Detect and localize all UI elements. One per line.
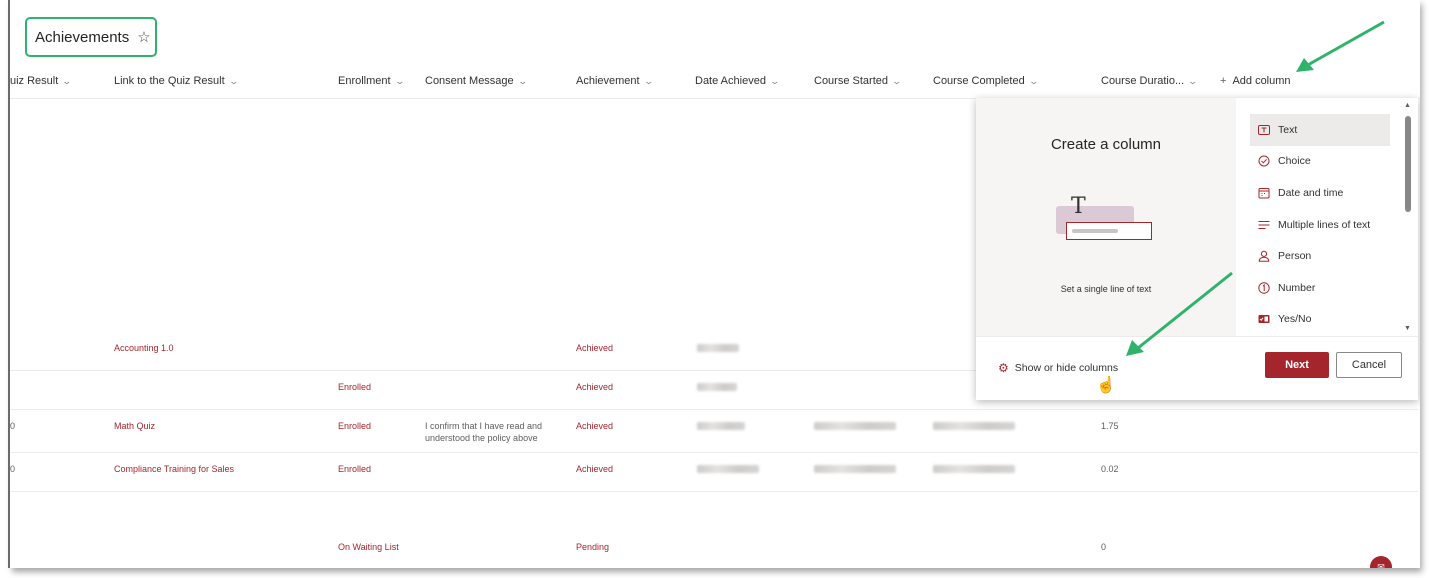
column-type-text[interactable]: Text [1250, 114, 1390, 146]
create-column-title: Create a column [1050, 136, 1162, 153]
column-type-multiple-lines[interactable]: Multiple lines of text [1250, 209, 1390, 241]
course-started-blurred [814, 465, 896, 473]
quiz-result-cell: 0 [10, 421, 16, 431]
column-type-number[interactable]: Number [1250, 272, 1390, 304]
chevron-down-icon: ⌄ [1187, 75, 1199, 86]
feedback-badge-icon[interactable]: ✉ [1370, 556, 1392, 568]
row-divider [10, 409, 1418, 410]
column-header-row: uiz Result ⌄ Link to the Quiz Result ⌄ Enr… [10, 70, 1420, 99]
calendar-icon [1258, 187, 1270, 199]
list-title-box: Achievements ☆ [25, 17, 157, 57]
quiz-result-cell: 0 [10, 464, 16, 474]
column-header-enrollment[interactable]: Enrollment ⌄ [338, 75, 405, 87]
text-illustration-bar [1072, 229, 1118, 233]
column-preview-pane: Create a column T Set a single line of t… [976, 98, 1236, 336]
number-icon [1258, 282, 1270, 294]
plus-icon: + [1220, 75, 1227, 87]
column-header-achievement[interactable]: Achievement ⌄ [576, 75, 654, 87]
course-completed-blurred [933, 465, 1015, 473]
chevron-down-icon: ⌄ [394, 75, 405, 86]
course-completed-blurred [933, 422, 1015, 430]
choice-icon [1258, 155, 1270, 167]
date-achieved-blurred [697, 383, 737, 391]
achievement-cell: Achieved [576, 343, 614, 353]
column-type-choice[interactable]: Choice [1250, 146, 1390, 178]
date-achieved-blurred [697, 465, 759, 473]
scroll-up-icon[interactable]: ▲ [1404, 102, 1411, 109]
achievement-cell: Achieved [576, 382, 614, 392]
enrollment-cell: Enrolled [338, 421, 372, 431]
text-type-illustration-icon: T [1071, 194, 1086, 219]
column-header-course-duration[interactable]: Course Duratio... ⌄ [1101, 75, 1199, 87]
chevron-down-icon: ⌄ [61, 75, 73, 86]
show-hide-columns-link[interactable]: ⚙ Show or hide columns [998, 361, 1118, 375]
course-started-blurred [814, 422, 896, 430]
quiz-result-link[interactable]: Math Quiz [114, 421, 155, 431]
course-duration-cell: 0 [1101, 542, 1107, 552]
chevron-down-icon: ⌄ [891, 75, 903, 86]
scrollbar-thumb[interactable] [1405, 116, 1411, 212]
column-type-scrollbar[interactable]: ▲ ▼ [1404, 102, 1412, 332]
cancel-button[interactable]: Cancel [1336, 352, 1402, 378]
achievement-cell: Achieved [576, 464, 614, 474]
app-frame: Achievements ☆ uiz Result ⌄ Link to the Q… [10, 0, 1420, 568]
date-achieved-blurred [697, 422, 745, 430]
chevron-down-icon: ⌄ [643, 75, 654, 86]
column-header-date-achieved[interactable]: Date Achieved ⌄ [695, 75, 780, 87]
column-header-course-completed[interactable]: Course Completed ⌄ [933, 75, 1039, 87]
chevron-down-icon: ⌄ [228, 75, 239, 86]
person-icon [1258, 250, 1270, 262]
star-icon[interactable]: ☆ [137, 30, 150, 45]
quiz-result-link[interactable]: Accounting 1.0 [114, 343, 174, 353]
gear-icon: ⚙ [998, 361, 1009, 375]
chevron-down-icon: ⌄ [517, 75, 528, 86]
column-header-quiz-result[interactable]: uiz Result ⌄ [10, 75, 73, 87]
date-achieved-blurred [697, 344, 739, 352]
multiline-icon [1258, 219, 1270, 231]
enrollment-cell: Enrolled [338, 464, 372, 474]
column-type-person[interactable]: Person [1250, 240, 1390, 272]
course-duration-cell: 0.02 [1101, 464, 1119, 474]
column-type-yes-no[interactable]: Yes/No [1250, 304, 1390, 336]
column-header-link-quiz-result[interactable]: Link to the Quiz Result ⌄ [114, 75, 239, 87]
chevron-down-icon: ⌄ [769, 75, 780, 86]
chevron-down-icon: ⌄ [1028, 75, 1039, 86]
create-column-panel: Create a column T Set a single line of t… [976, 98, 1418, 400]
panel-footer: ⚙ Show or hide columns Next Cancel [976, 336, 1418, 401]
text-icon [1258, 124, 1270, 136]
row-divider [10, 452, 1418, 453]
page-title: Achievements [35, 28, 130, 46]
yes-no-icon [1258, 313, 1270, 325]
achievement-cell: Pending [576, 542, 610, 552]
quiz-result-link[interactable]: Compliance Training for Sales [114, 464, 234, 474]
course-duration-cell: 1.75 [1101, 421, 1119, 431]
column-type-list: Text Choice Date and time Multiple lines… [1250, 114, 1390, 335]
column-type-date-time[interactable]: Date and time [1250, 177, 1390, 209]
enrollment-cell: On Waiting List [338, 542, 399, 552]
next-button[interactable]: Next [1265, 352, 1329, 378]
consent-message-cell: I confirm that I have read and understoo… [425, 421, 543, 443]
enrollment-cell: Enrolled [338, 382, 372, 392]
column-header-consent-message[interactable]: Consent Message ⌄ [425, 75, 528, 87]
hand-cursor-icon: ☝ [1096, 377, 1116, 394]
column-type-description: Set a single line of text [1060, 284, 1152, 294]
add-column-button[interactable]: + Add column [1220, 75, 1291, 87]
row-divider [10, 491, 1418, 492]
scroll-down-icon[interactable]: ▼ [1404, 325, 1411, 332]
column-header-course-started[interactable]: Course Started ⌄ [814, 75, 903, 87]
achievement-cell: Achieved [576, 421, 614, 431]
